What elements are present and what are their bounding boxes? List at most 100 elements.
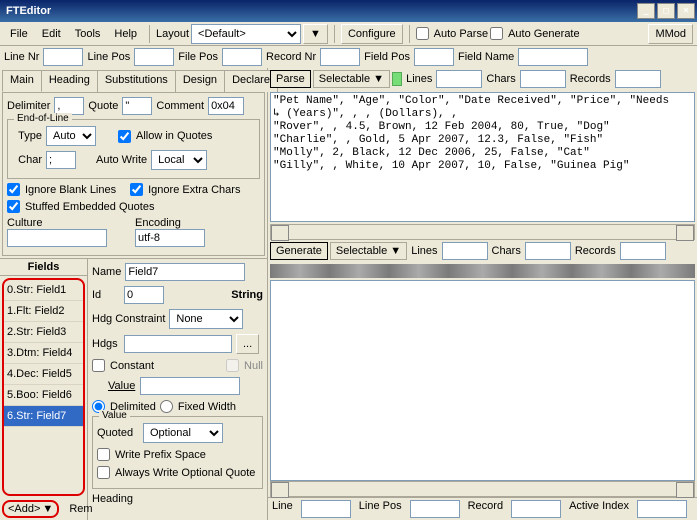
- layout-select[interactable]: <Default>: [191, 24, 301, 44]
- linenr-label: Line Nr: [4, 51, 39, 63]
- hdgc-select[interactable]: None: [169, 309, 243, 329]
- chars-input[interactable]: [520, 70, 566, 88]
- constant-check[interactable]: Constant: [92, 359, 154, 372]
- autogen-check[interactable]: Auto Generate: [490, 27, 580, 40]
- left-tabs: Main Heading Substitutions Design Declar…: [2, 70, 265, 92]
- list-item[interactable]: 4.Dec: Field5: [4, 364, 83, 385]
- field-detail: Name IdString Hdg ConstraintNone Hdgs...…: [88, 259, 267, 520]
- list-item[interactable]: 3.Dtm: Field4: [4, 343, 83, 364]
- menu-help[interactable]: Help: [108, 26, 143, 42]
- gen-selectable-button[interactable]: Selectable ▼: [330, 242, 407, 260]
- status-linepos-input[interactable]: [410, 500, 460, 518]
- status-active-input[interactable]: [637, 500, 687, 518]
- filepos-input[interactable]: [222, 48, 262, 66]
- culture-input[interactable]: [7, 229, 107, 247]
- gen-textarea[interactable]: [270, 280, 695, 481]
- stuffed-check[interactable]: Stuffed Embedded Quotes: [7, 200, 154, 213]
- allowquotes-check[interactable]: Allow in Quotes: [118, 130, 212, 143]
- value-label: Value: [108, 380, 136, 392]
- parse-bar: Parse Selectable ▼ Lines Chars Records: [268, 68, 697, 90]
- configure-button[interactable]: Configure: [341, 24, 403, 44]
- selectable-button[interactable]: Selectable ▼: [313, 70, 390, 88]
- add-button[interactable]: <Add>▼: [2, 500, 59, 518]
- gen-lines-label: Lines: [409, 245, 439, 257]
- linepos-input[interactable]: [134, 48, 174, 66]
- value-group-label: Value: [99, 410, 130, 421]
- tab-heading[interactable]: Heading: [41, 70, 98, 92]
- parse-button[interactable]: Parse: [270, 70, 311, 88]
- gen-records-input[interactable]: [620, 242, 666, 260]
- tab-main[interactable]: Main: [2, 70, 42, 92]
- status-record-input[interactable]: [511, 500, 561, 518]
- type-select[interactable]: Auto: [46, 126, 96, 146]
- lines-input[interactable]: [436, 70, 482, 88]
- id-input[interactable]: [124, 286, 164, 304]
- quote-label: Quote: [88, 100, 118, 112]
- parse-textarea[interactable]: "Pet Name", "Age", "Color", "Date Receiv…: [270, 92, 695, 222]
- scrollbar-horizontal[interactable]: [270, 224, 695, 240]
- mmod-button[interactable]: MMod: [648, 24, 693, 44]
- autoparse-check[interactable]: Auto Parse: [416, 27, 488, 40]
- quote-input[interactable]: [122, 97, 152, 115]
- type-display: String: [231, 289, 263, 301]
- name-label: Name: [92, 266, 121, 278]
- encoding-label: Encoding: [135, 217, 205, 229]
- close-button[interactable]: ×: [677, 3, 695, 19]
- generate-button[interactable]: Generate: [270, 242, 328, 260]
- status-active-label: Active Index: [567, 500, 631, 518]
- char-input[interactable]: [46, 151, 76, 169]
- gen-lines-input[interactable]: [442, 242, 488, 260]
- hdgs-button[interactable]: ...: [236, 334, 259, 354]
- gen-chars-input[interactable]: [525, 242, 571, 260]
- encoding-input[interactable]: [135, 229, 205, 247]
- green-indicator-icon: [392, 72, 402, 86]
- layout-dropdown-button[interactable]: ▼: [303, 24, 328, 44]
- hdgs-input[interactable]: [124, 335, 232, 353]
- null-check[interactable]: Null: [226, 359, 263, 372]
- heading-label: Heading: [92, 493, 133, 505]
- id-label: Id: [92, 289, 120, 301]
- menu-edit[interactable]: Edit: [36, 26, 67, 42]
- ignoreextra-check[interactable]: Ignore Extra Chars: [130, 183, 240, 196]
- quoted-select[interactable]: Optional: [143, 423, 223, 443]
- menu-file[interactable]: File: [4, 26, 34, 42]
- comment-label: Comment: [156, 100, 204, 112]
- list-item[interactable]: 6.Str: Field7: [4, 406, 83, 427]
- position-toolbar: Line Nr Line Pos File Pos Record Nr Fiel…: [0, 46, 697, 68]
- separator: [409, 25, 410, 43]
- list-item[interactable]: 1.Flt: Field2: [4, 301, 83, 322]
- list-item[interactable]: 5.Boo: Field6: [4, 385, 83, 406]
- menu-tools[interactable]: Tools: [69, 26, 107, 42]
- records-input[interactable]: [615, 70, 661, 88]
- ignoreblank-check[interactable]: Ignore Blank Lines: [7, 183, 116, 196]
- hdgc-label: Hdg Constraint: [92, 313, 165, 325]
- tab-subs[interactable]: Substitutions: [97, 70, 176, 92]
- filepos-label: File Pos: [178, 51, 218, 63]
- status-line-input[interactable]: [301, 500, 351, 518]
- fieldpos-input[interactable]: [414, 48, 454, 66]
- linepos-label: Line Pos: [87, 51, 130, 63]
- maximize-button[interactable]: □: [657, 3, 675, 19]
- char-label: Char: [12, 154, 42, 166]
- list-item[interactable]: 2.Str: Field3: [4, 322, 83, 343]
- comment-input[interactable]: [208, 97, 244, 115]
- eol-group: End-of-Line Type Auto Allow in Quotes Ch…: [7, 119, 260, 179]
- gen-records-label: Records: [573, 245, 618, 257]
- fieldname-input[interactable]: [518, 48, 588, 66]
- list-item[interactable]: 0.Str: Field1: [4, 280, 83, 301]
- scrollbar-horizontal[interactable]: [270, 481, 695, 497]
- autowrite-select[interactable]: Local: [151, 150, 207, 170]
- fixed-radio[interactable]: Fixed Width: [160, 400, 236, 413]
- value-input[interactable]: [140, 377, 240, 395]
- linenr-input[interactable]: [43, 48, 83, 66]
- awoq-check[interactable]: Always Write Optional Quote: [97, 466, 255, 479]
- records-label: Records: [568, 73, 613, 85]
- name-input[interactable]: [125, 263, 245, 281]
- add-bar: <Add>▼ Rem: [0, 498, 87, 520]
- field-list[interactable]: 0.Str: Field1 1.Flt: Field2 2.Str: Field…: [2, 278, 85, 496]
- recordnr-label: Record Nr: [266, 51, 316, 63]
- recordnr-input[interactable]: [320, 48, 360, 66]
- minimize-button[interactable]: _: [637, 3, 655, 19]
- wps-check[interactable]: Write Prefix Space: [97, 448, 206, 461]
- tab-design[interactable]: Design: [175, 70, 225, 92]
